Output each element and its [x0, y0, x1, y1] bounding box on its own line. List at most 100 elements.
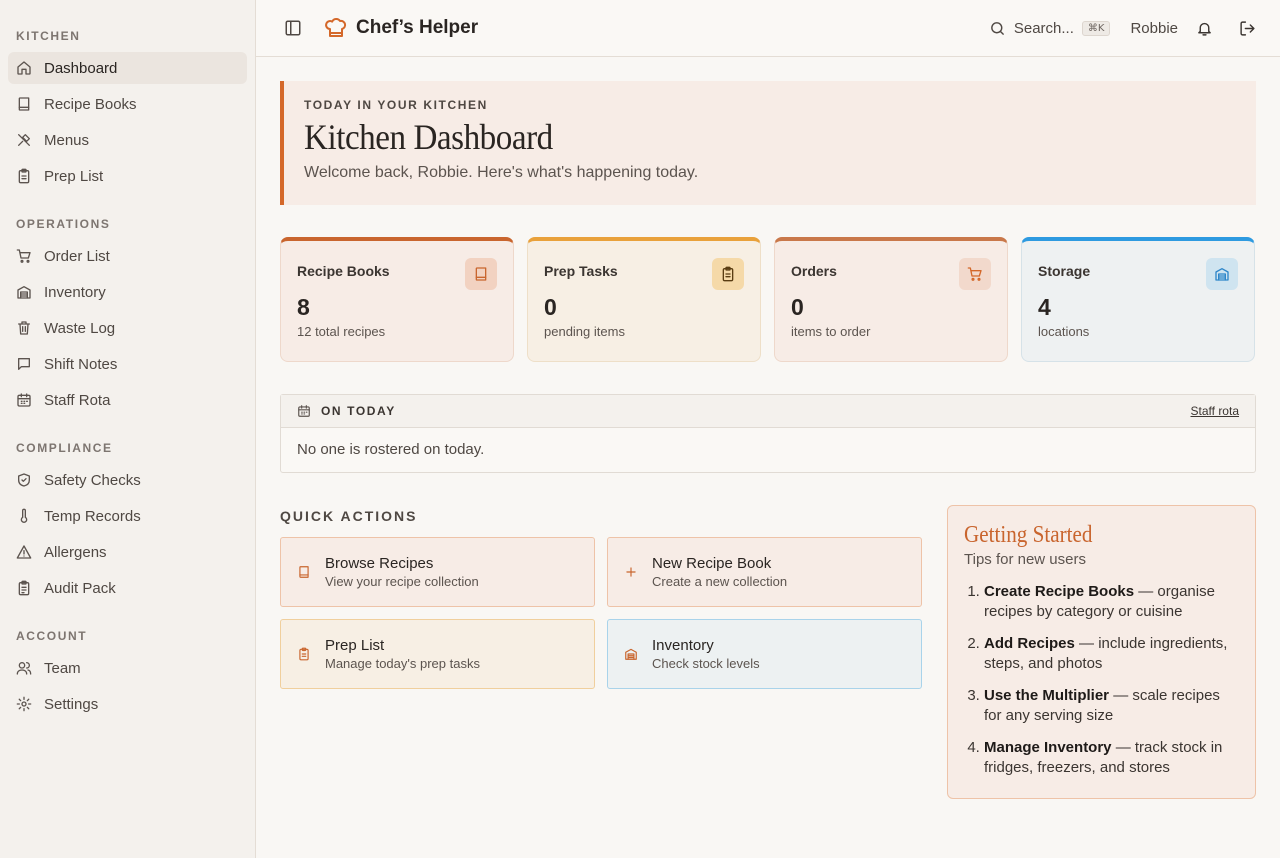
- brand[interactable]: Chef’s Helper: [324, 16, 478, 40]
- sidebar-item-menus[interactable]: Menus: [8, 124, 247, 156]
- sidebar-item-recipe-books[interactable]: Recipe Books: [8, 88, 247, 120]
- page-title: Kitchen Dashboard: [304, 117, 553, 157]
- main-content: TODAY IN YOUR KITCHEN Kitchen Dashboard …: [280, 81, 1256, 799]
- sidebar-item-dashboard[interactable]: Dashboard: [8, 52, 247, 84]
- quick-action-prep-list[interactable]: Prep List Manage today's prep tasks: [280, 619, 595, 689]
- quick-action-title: Browse Recipes: [325, 555, 434, 572]
- search-label: Search...: [1013, 19, 1074, 37]
- nav-heading: OPERATIONS: [16, 217, 111, 231]
- clipboard-icon: [16, 168, 32, 184]
- sidebar-item-label: Staff Rota: [44, 391, 111, 409]
- tip-item: Create Recipe Books — organise recipes b…: [984, 582, 1239, 622]
- tip-item: Use the Multiplier — scale recipes for a…: [984, 686, 1239, 726]
- user-name[interactable]: Robbie: [1130, 20, 1178, 37]
- quick-action-title: New Recipe Book: [652, 555, 772, 572]
- on-today-title: ON TODAY: [321, 404, 396, 418]
- users-icon: [16, 660, 32, 676]
- storage-icon: [624, 647, 638, 661]
- sidebar-item-label: Allergens: [44, 543, 107, 561]
- nav-section-account: ACCOUNT Team Settings: [8, 624, 247, 720]
- search-icon: [989, 20, 1006, 37]
- top-bar: Chef’s Helper Search... ⌘K Robbie: [256, 0, 1280, 57]
- stat-card-recipe-books[interactable]: Recipe Books 8 12 total recipes: [280, 237, 514, 362]
- clipboard-icon: [297, 647, 311, 661]
- sidebar-item-shift-notes[interactable]: Shift Notes: [8, 348, 247, 380]
- plus-icon: [624, 565, 638, 579]
- stat-value: 4: [1038, 294, 1051, 320]
- stat-card-storage[interactable]: Storage 4 locations: [1021, 237, 1255, 362]
- on-today-panel: ON TODAY Staff rota No one is rostered o…: [280, 394, 1256, 473]
- stat-subtext: 12 total recipes: [297, 324, 386, 339]
- quick-action-text: Inventory Check stock levels: [652, 637, 760, 671]
- nav-heading: KITCHEN: [16, 29, 81, 43]
- stat-value: 0: [544, 294, 557, 320]
- sidebar-item-label: Audit Pack: [44, 579, 116, 597]
- quick-action-text: Browse Recipes View your recipe collecti…: [325, 555, 479, 589]
- sidebar-item-label: Settings: [44, 695, 99, 713]
- sidebar-item-label: Recipe Books: [44, 95, 137, 113]
- stat-subtext: locations: [1038, 324, 1090, 339]
- sidebar-item-safety-checks[interactable]: Safety Checks: [8, 464, 247, 496]
- search-shortcut: ⌘K: [1081, 20, 1111, 36]
- staff-rota-link[interactable]: Staff rota: [1191, 404, 1239, 418]
- stat-card-prep-tasks[interactable]: Prep Tasks 0 pending items: [527, 237, 761, 362]
- sidebar-item-staff-rota[interactable]: Staff Rota: [8, 384, 247, 416]
- sidebar-item-inventory[interactable]: Inventory: [8, 276, 247, 308]
- tip-title: Use the Multiplier: [984, 687, 1110, 704]
- sidebar-item-allergens[interactable]: Allergens: [8, 536, 247, 568]
- sidebar-item-label: Temp Records: [44, 507, 141, 525]
- quick-action-subtitle: View your recipe collection: [325, 574, 479, 589]
- nav-section-kitchen: KITCHEN Dashboard Recipe Books Menus Pre…: [8, 24, 247, 192]
- stat-card-orders[interactable]: Orders 0 items to order: [774, 237, 1008, 362]
- warning-icon: [16, 544, 32, 560]
- search-button[interactable]: Search... ⌘K: [989, 20, 1111, 37]
- sidebar-item-label: Team: [44, 659, 81, 677]
- quick-action-browse-recipes[interactable]: Browse Recipes View your recipe collecti…: [280, 537, 595, 607]
- sidebar-item-temp-records[interactable]: Temp Records: [8, 500, 247, 532]
- sidebar-item-label: Prep List: [44, 167, 104, 185]
- sidebar-item-label: Inventory: [44, 283, 106, 301]
- sidebar-item-audit-pack[interactable]: Audit Pack: [8, 572, 247, 604]
- tips-list: Create Recipe Books — organise recipes b…: [964, 582, 1239, 778]
- logout-icon[interactable]: [1239, 20, 1256, 37]
- stats-row: Recipe Books 8 12 total recipes Prep Tas…: [280, 237, 1256, 362]
- quick-action-text: Prep List Manage today's prep tasks: [325, 637, 480, 671]
- calendar-icon: [297, 404, 311, 418]
- sidebar-item-label: Order List: [44, 247, 110, 265]
- calendar-icon: [16, 392, 32, 408]
- quick-action-new-recipe-book[interactable]: New Recipe Book Create a new collection: [607, 537, 922, 607]
- quick-action-inventory[interactable]: Inventory Check stock levels: [607, 619, 922, 689]
- nav-section-compliance: COMPLIANCE Safety Checks Temp Records Al…: [8, 436, 247, 604]
- sidebar-item-order-list[interactable]: Order List: [8, 240, 247, 272]
- tip-title: Manage Inventory: [984, 739, 1112, 756]
- app-title: Chef’s Helper: [356, 17, 479, 38]
- nav-heading: COMPLIANCE: [16, 441, 113, 455]
- getting-started-panel: Getting Started Tips for new users Creat…: [947, 505, 1256, 799]
- tip-title: Add Recipes: [984, 635, 1075, 652]
- stat-value: 8: [297, 294, 310, 320]
- welcome-message: Welcome back, Robbie. Here's what's happ…: [304, 164, 699, 181]
- sidebar-item-waste-log[interactable]: Waste Log: [8, 312, 247, 344]
- quick-action-subtitle: Check stock levels: [652, 656, 760, 671]
- sidebar-item-settings[interactable]: Settings: [8, 688, 247, 720]
- book-icon: [465, 258, 497, 290]
- sidebar-toggle-icon[interactable]: [284, 19, 302, 37]
- on-today-header: ON TODAY Staff rota: [281, 395, 1255, 428]
- utensils-icon: [16, 132, 32, 148]
- stat-value: 0: [791, 294, 804, 320]
- chef-hat-icon: [324, 16, 348, 40]
- stat-subtext: items to order: [791, 324, 871, 339]
- sidebar-item-prep-list[interactable]: Prep List: [8, 160, 247, 192]
- shield-check-icon: [16, 472, 32, 488]
- sidebar-item-label: Menus: [44, 131, 90, 149]
- bell-icon[interactable]: [1196, 20, 1213, 37]
- clipboard-list-icon: [16, 580, 32, 596]
- sidebar-item-label: Shift Notes: [44, 355, 118, 373]
- top-actions: Search... ⌘K Robbie: [989, 16, 1256, 40]
- quick-action-subtitle: Manage today's prep tasks: [325, 656, 480, 671]
- sidebar-item-team[interactable]: Team: [8, 652, 247, 684]
- nav-heading: ACCOUNT: [16, 629, 88, 643]
- tip-title: Create Recipe Books: [984, 583, 1135, 600]
- quick-action-subtitle: Create a new collection: [652, 574, 788, 589]
- cart-icon: [16, 248, 32, 264]
